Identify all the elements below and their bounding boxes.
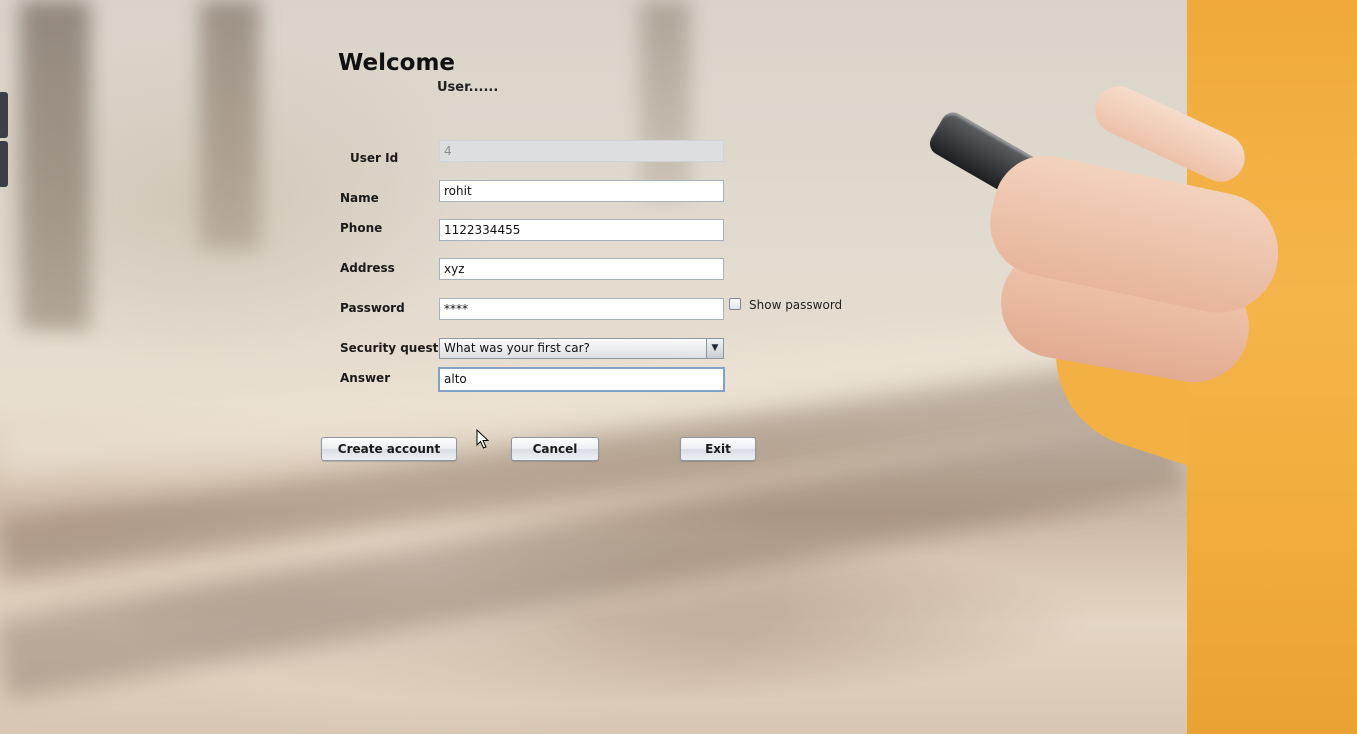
address-field[interactable]: xyz: [439, 258, 724, 280]
background-pillar: [20, 0, 90, 330]
name-label: Name: [340, 191, 379, 205]
address-label: Address: [340, 261, 395, 275]
create-account-button[interactable]: Create account: [321, 437, 457, 461]
password-label: Password: [340, 301, 405, 315]
security-question-select[interactable]: What was your first car? ▼: [439, 338, 724, 359]
name-field[interactable]: rohit: [439, 180, 724, 202]
password-field[interactable]: ****: [439, 298, 724, 320]
answer-label: Answer: [340, 371, 391, 385]
show-password-label[interactable]: Show password: [749, 298, 842, 312]
security-question-selected: What was your first car?: [444, 341, 590, 355]
show-password-checkbox[interactable]: [729, 298, 741, 310]
exit-button[interactable]: Exit: [680, 437, 756, 461]
user-id-label: User Id: [350, 151, 399, 165]
page-subtitle: User......: [437, 80, 499, 95]
answer-field[interactable]: alto: [438, 367, 725, 392]
window-edge-tab[interactable]: [0, 92, 8, 138]
background-pillar: [200, 0, 260, 250]
phone-field[interactable]: 1122334455: [439, 219, 724, 241]
window-edge-tab[interactable]: [0, 141, 8, 187]
user-id-field: 4: [439, 140, 724, 162]
background-pillar: [640, 0, 690, 200]
phone-label: Phone: [340, 221, 383, 235]
cancel-button[interactable]: Cancel: [511, 437, 599, 461]
page-title: Welcome: [338, 50, 456, 76]
mouse-pointer-icon: [476, 429, 490, 449]
chevron-down-icon[interactable]: ▼: [706, 339, 723, 358]
